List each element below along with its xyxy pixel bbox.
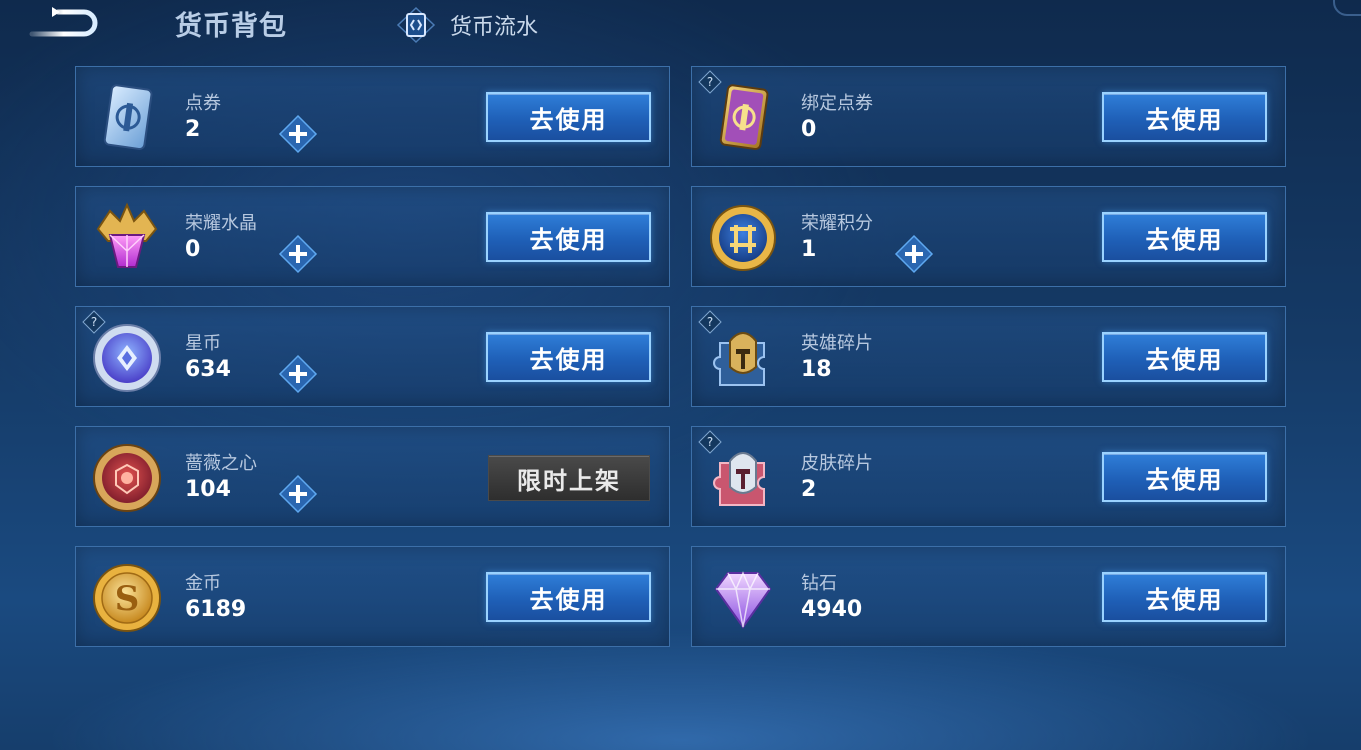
currency-card-rose-heart: 蔷薇之心 104 限时上架 bbox=[75, 426, 670, 527]
tab-currency-flow-label: 货币流水 bbox=[450, 15, 539, 40]
currency-amount: 634 bbox=[185, 357, 231, 382]
glory-crystal-icon bbox=[96, 202, 158, 268]
currency-card-gold-coin: S 金币 6189 去使用 bbox=[75, 546, 670, 647]
use-glory-crystal-button[interactable]: 去使用 bbox=[486, 212, 651, 262]
currency-amount: 0 bbox=[185, 237, 201, 262]
use-gold-coin-button[interactable]: 去使用 bbox=[486, 572, 651, 622]
limited-time-button[interactable]: 限时上架 bbox=[488, 455, 650, 501]
currency-amount: 0 bbox=[801, 117, 817, 142]
currency-amount: 104 bbox=[185, 477, 231, 502]
add-rose-heart-button[interactable] bbox=[278, 474, 318, 514]
currency-card-glory-points: 荣耀积分 1 去使用 bbox=[691, 186, 1286, 287]
currency-amount: 4940 bbox=[801, 597, 863, 622]
currency-amount: 6189 bbox=[185, 597, 247, 622]
currency-name: 绑定点券 bbox=[801, 93, 873, 114]
add-glory-crystal-button[interactable] bbox=[278, 234, 318, 274]
currency-name: 蔷薇之心 bbox=[185, 453, 257, 474]
use-star-coin-button[interactable]: 去使用 bbox=[486, 332, 651, 382]
use-diamond-button[interactable]: 去使用 bbox=[1102, 572, 1267, 622]
add-coupon-button[interactable] bbox=[278, 114, 318, 154]
currency-amount: 1 bbox=[801, 237, 817, 262]
use-hero-fragment-button[interactable]: 去使用 bbox=[1102, 332, 1267, 382]
bound-coupon-icon bbox=[719, 84, 769, 150]
use-glory-points-button[interactable]: 去使用 bbox=[1102, 212, 1267, 262]
diamond-icon bbox=[714, 571, 772, 629]
gold-coin-icon: S bbox=[93, 564, 161, 632]
tab-currency-flow[interactable]: 货币流水 bbox=[396, 6, 538, 44]
add-glory-points-button[interactable] bbox=[894, 234, 934, 274]
currency-name: 英雄碎片 bbox=[801, 333, 873, 354]
star-coin-icon bbox=[93, 324, 161, 392]
currency-name: 星币 bbox=[185, 333, 221, 354]
back-button[interactable] bbox=[26, 4, 102, 42]
page-title: 货币背包 bbox=[175, 11, 287, 42]
skin-fragment-icon bbox=[713, 452, 765, 506]
add-star-coin-button[interactable] bbox=[278, 354, 318, 394]
currency-amount: 18 bbox=[801, 357, 832, 382]
currency-name: 钻石 bbox=[801, 573, 837, 594]
use-coupon-button[interactable]: 去使用 bbox=[486, 92, 651, 142]
flow-record-icon bbox=[396, 6, 436, 44]
currency-amount: 2 bbox=[185, 117, 201, 142]
rose-heart-icon bbox=[93, 444, 161, 512]
corner-decoration bbox=[1333, 0, 1361, 16]
use-bound-coupon-button[interactable]: 去使用 bbox=[1102, 92, 1267, 142]
currency-card-diamond: 钻石 4940 去使用 bbox=[691, 546, 1286, 647]
currency-name: 点券 bbox=[185, 93, 221, 114]
currency-card-skin-fragment: ? 皮肤碎片 2 去使用 bbox=[691, 426, 1286, 527]
glory-points-icon bbox=[710, 205, 776, 271]
currency-name: 荣耀水晶 bbox=[185, 213, 257, 234]
currency-card-hero-fragment: ? 英雄碎片 18 去使用 bbox=[691, 306, 1286, 407]
currency-name: 皮肤碎片 bbox=[801, 453, 873, 474]
currency-name: 金币 bbox=[185, 573, 221, 594]
coupon-icon bbox=[103, 84, 153, 150]
currency-card-star-coin: ? 星币 634 去使用 bbox=[75, 306, 670, 407]
currency-name: 荣耀积分 bbox=[801, 213, 873, 234]
back-arrow-icon bbox=[29, 7, 98, 37]
use-skin-fragment-button[interactable]: 去使用 bbox=[1102, 452, 1267, 502]
currency-card-glory-crystal: 荣耀水晶 0 去使用 bbox=[75, 186, 670, 287]
currency-card-bound-coupon: ? 绑定点券 0 去使用 bbox=[691, 66, 1286, 167]
currency-card-coupon: 点券 2 去使用 bbox=[75, 66, 670, 167]
hero-fragment-icon bbox=[713, 332, 765, 386]
svg-text:S: S bbox=[115, 579, 140, 619]
currency-amount: 2 bbox=[801, 477, 817, 502]
